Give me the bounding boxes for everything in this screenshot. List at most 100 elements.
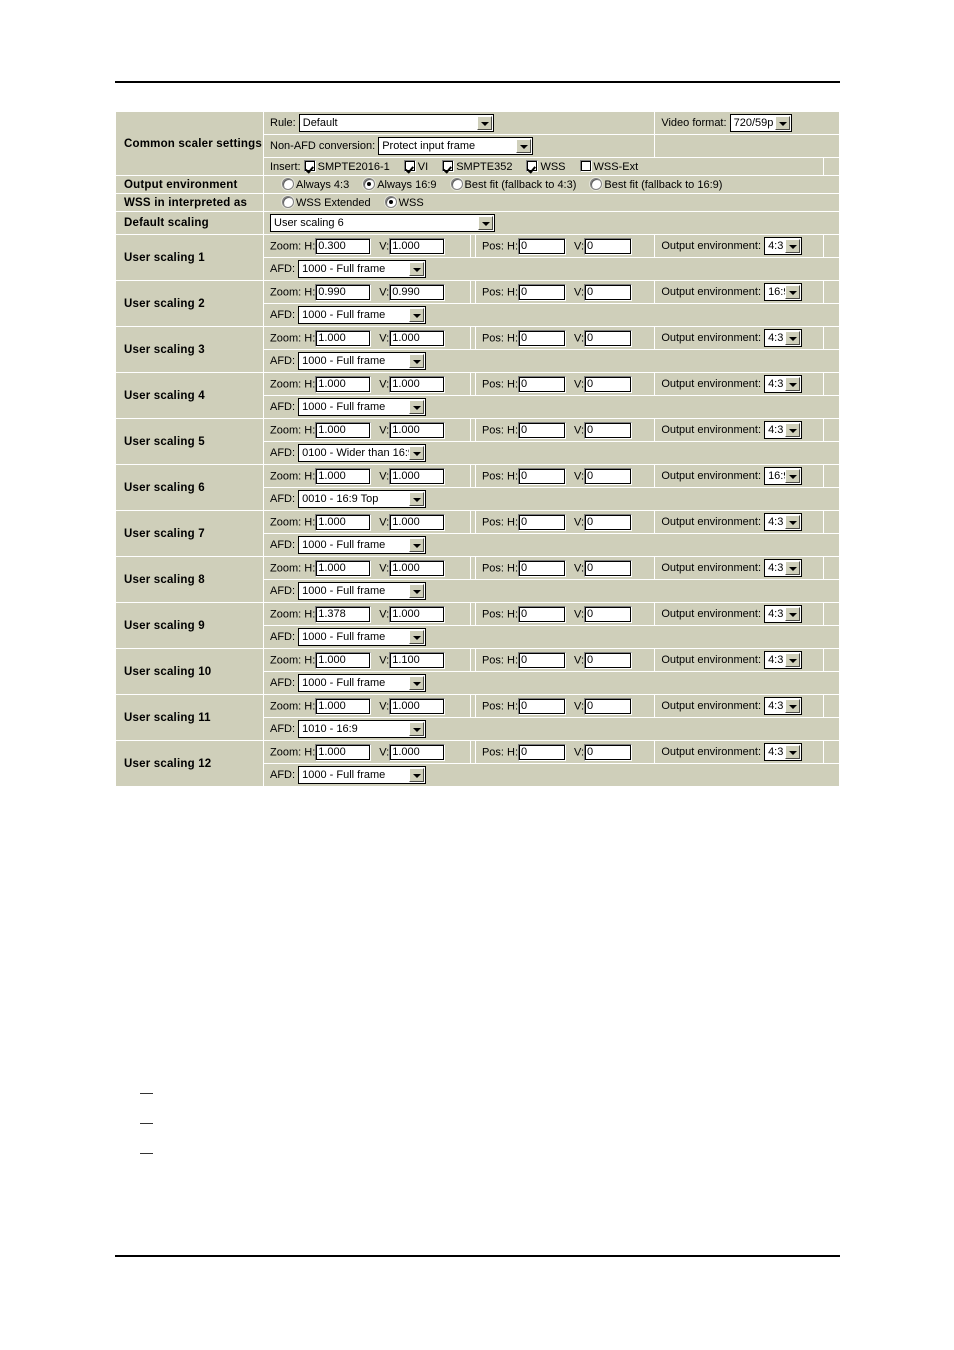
afd-select-8[interactable]: 1000 - Full frame <box>298 582 427 600</box>
afd-select-6[interactable]: 0010 - 16:9 Top <box>298 490 427 508</box>
output-environment-select-8[interactable]: 4:3 <box>764 559 803 577</box>
insert-checkbox-smpte2016-1[interactable]: SMPTE2016-1 <box>303 160 390 173</box>
zoom-v-input-12[interactable]: 1.000 <box>389 743 446 761</box>
chevron-down-icon[interactable] <box>785 515 801 529</box>
zoom-h-input-11[interactable]: 1.000 <box>315 697 372 715</box>
zoom-h-input-7[interactable]: 1.000 <box>315 513 372 531</box>
pos-v-input-9[interactable]: 0 <box>584 605 633 623</box>
zoom-h-input-1[interactable]: 0.300 <box>315 237 372 255</box>
pos-h-input-9[interactable]: 0 <box>518 605 567 623</box>
output-environment-select-4[interactable]: 4:3 <box>764 375 803 393</box>
output-environment-radio-3[interactable]: Best fit (fallback to 16:9) <box>590 178 722 191</box>
output-environment-radio-0[interactable]: Always 4:3 <box>282 178 349 191</box>
output-environment-select-1[interactable]: 4:3 <box>764 237 803 255</box>
chevron-down-icon[interactable] <box>476 116 492 130</box>
output-environment-radio-2-dot[interactable] <box>450 178 463 190</box>
chevron-down-icon[interactable] <box>409 446 425 460</box>
non-afd-conversion-select[interactable]: Protect input frame <box>378 137 534 155</box>
zoom-h-input-4[interactable]: 1.000 <box>315 375 372 393</box>
chevron-down-icon[interactable] <box>516 139 532 153</box>
chevron-down-icon[interactable] <box>409 262 425 276</box>
pos-h-input-2[interactable]: 0 <box>518 283 567 301</box>
chevron-down-icon[interactable] <box>785 653 801 667</box>
pos-v-input-3[interactable]: 0 <box>584 329 633 347</box>
afd-select-9[interactable]: 1000 - Full frame <box>298 628 427 646</box>
chevron-down-icon[interactable] <box>409 538 425 552</box>
chevron-down-icon[interactable] <box>409 400 425 414</box>
output-environment-select-12[interactable]: 4:3 <box>764 743 803 761</box>
chevron-down-icon[interactable] <box>774 116 790 130</box>
pos-h-input-1[interactable]: 0 <box>518 237 567 255</box>
output-environment-radio-0-dot[interactable] <box>282 178 294 190</box>
zoom-v-input-8[interactable]: 1.000 <box>389 559 446 577</box>
wss-interpreted-radio-1-dot[interactable] <box>384 196 397 208</box>
output-environment-radio-1[interactable]: Always 16:9 <box>363 178 437 191</box>
pos-v-input-5[interactable]: 0 <box>584 421 633 439</box>
zoom-v-input-2[interactable]: 0.990 <box>389 283 446 301</box>
wss-interpreted-radio-1[interactable]: WSS <box>384 196 424 209</box>
afd-select-5[interactable]: 0100 - Wider than 16:9 <box>298 444 427 462</box>
zoom-v-input-3[interactable]: 1.000 <box>389 329 446 347</box>
chevron-down-icon[interactable] <box>409 354 425 368</box>
pos-v-input-4[interactable]: 0 <box>584 375 633 393</box>
zoom-h-input-8[interactable]: 1.000 <box>315 559 372 577</box>
pos-v-input-2[interactable]: 0 <box>584 283 633 301</box>
zoom-v-input-7[interactable]: 1.000 <box>389 513 446 531</box>
output-environment-select-7[interactable]: 4:3 <box>764 513 803 531</box>
zoom-h-input-10[interactable]: 1.000 <box>315 651 372 669</box>
pos-h-input-6[interactable]: 0 <box>518 467 567 485</box>
afd-select-2[interactable]: 1000 - Full frame <box>298 306 427 324</box>
chevron-down-icon[interactable] <box>409 492 425 506</box>
pos-h-input-11[interactable]: 0 <box>518 697 567 715</box>
zoom-h-input-6[interactable]: 1.000 <box>315 467 372 485</box>
zoom-v-input-10[interactable]: 1.100 <box>389 651 446 669</box>
chevron-down-icon[interactable] <box>785 561 801 575</box>
chevron-down-icon[interactable] <box>409 676 425 690</box>
zoom-v-input-11[interactable]: 1.000 <box>389 697 446 715</box>
chevron-down-icon[interactable] <box>785 239 801 253</box>
video-format-select[interactable]: 720/59p <box>729 114 792 132</box>
afd-select-11[interactable]: 1010 - 16:9 <box>298 720 427 738</box>
chevron-down-icon[interactable] <box>409 308 425 322</box>
chevron-down-icon[interactable] <box>409 722 425 736</box>
chevron-down-icon[interactable] <box>785 745 801 759</box>
insert-checkbox-smpte352-box[interactable] <box>442 160 455 172</box>
zoom-v-input-5[interactable]: 1.000 <box>389 421 446 439</box>
pos-v-input-6[interactable]: 0 <box>584 467 633 485</box>
chevron-down-icon[interactable] <box>785 423 801 437</box>
default-scaling-select[interactable]: User scaling 6 <box>270 214 495 232</box>
output-environment-radio-1-dot[interactable] <box>363 178 376 190</box>
pos-h-input-12[interactable]: 0 <box>518 743 567 761</box>
pos-v-input-1[interactable]: 0 <box>584 237 633 255</box>
zoom-v-input-6[interactable]: 1.000 <box>389 467 446 485</box>
output-environment-radio-2[interactable]: Best fit (fallback to 4:3) <box>450 178 576 191</box>
afd-select-12[interactable]: 1000 - Full frame <box>298 766 427 784</box>
pos-h-input-3[interactable]: 0 <box>518 329 567 347</box>
zoom-v-input-1[interactable]: 1.000 <box>389 237 446 255</box>
chevron-down-icon[interactable] <box>785 607 801 621</box>
chevron-down-icon[interactable] <box>409 584 425 598</box>
zoom-h-input-9[interactable]: 1.378 <box>315 605 372 623</box>
chevron-down-icon[interactable] <box>785 331 801 345</box>
pos-v-input-10[interactable]: 0 <box>584 651 633 669</box>
chevron-down-icon[interactable] <box>785 377 801 391</box>
afd-select-1[interactable]: 1000 - Full frame <box>298 260 427 278</box>
chevron-down-icon[interactable] <box>409 768 425 782</box>
pos-h-input-10[interactable]: 0 <box>518 651 567 669</box>
pos-v-input-12[interactable]: 0 <box>584 743 633 761</box>
afd-select-4[interactable]: 1000 - Full frame <box>298 398 427 416</box>
output-environment-select-9[interactable]: 4:3 <box>764 605 803 623</box>
zoom-h-input-12[interactable]: 1.000 <box>315 743 372 761</box>
output-environment-select-2[interactable]: 16:9 <box>764 283 803 301</box>
chevron-down-icon[interactable] <box>409 630 425 644</box>
insert-checkbox-smpte2016-1-box[interactable] <box>303 160 316 172</box>
pos-h-input-7[interactable]: 0 <box>518 513 567 531</box>
afd-select-7[interactable]: 1000 - Full frame <box>298 536 427 554</box>
insert-checkbox-vi-box[interactable] <box>403 160 416 172</box>
zoom-h-input-2[interactable]: 0.990 <box>315 283 372 301</box>
zoom-v-input-4[interactable]: 1.000 <box>389 375 446 393</box>
afd-select-3[interactable]: 1000 - Full frame <box>298 352 427 370</box>
insert-checkbox-wss[interactable]: WSS <box>526 160 566 173</box>
output-environment-select-6[interactable]: 16:9 <box>764 467 803 485</box>
insert-checkbox-vi[interactable]: VI <box>403 160 428 173</box>
